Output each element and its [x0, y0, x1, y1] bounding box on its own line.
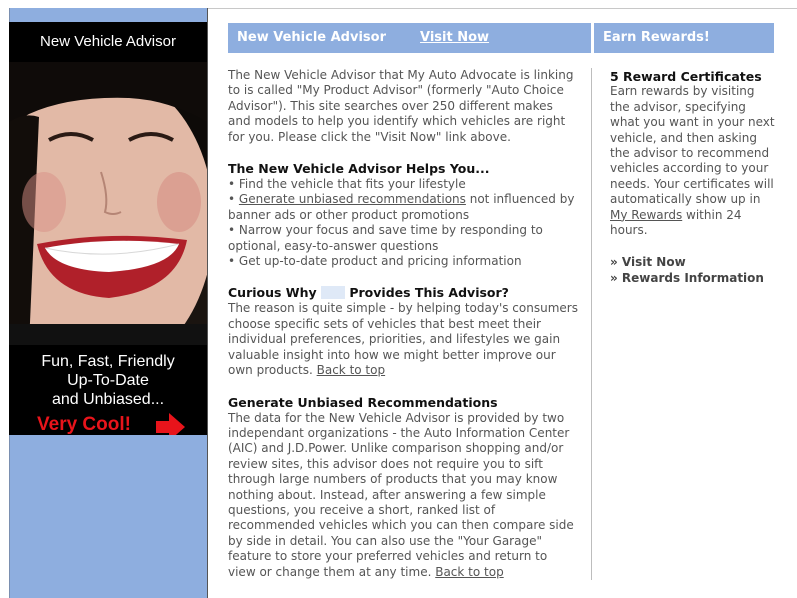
- rewards-text: Earn rewards by visiting the advisor, sp…: [610, 84, 775, 207]
- rewards-information-link[interactable]: » Rewards Information: [610, 270, 775, 286]
- curious-text: The reason is quite simple - by helping …: [228, 301, 578, 378]
- main-header-bar: New Vehicle Advisor Visit Now: [228, 23, 591, 53]
- curious-heading-b: Provides This Advisor?: [349, 285, 509, 301]
- back-to-top-link[interactable]: Back to top: [317, 363, 385, 377]
- helps-section: The New Vehicle Advisor Helps You... • F…: [228, 161, 578, 269]
- promo-banner[interactable]: New Vehicle Advisor Fun, Fast, Friendly …: [9, 22, 207, 435]
- rewards-heading: 5 Reward Certificates: [610, 69, 762, 84]
- bullet-prefix: •: [228, 192, 239, 207]
- promo-photo: [9, 62, 207, 345]
- rewards-header-bar: Earn Rewards!: [594, 23, 774, 53]
- rewards-header-title: Earn Rewards!: [603, 30, 710, 45]
- curious-heading: Curious Why Provides This Advisor?: [228, 285, 578, 301]
- generate-body: The data for the New Vehicle Advisor is …: [228, 411, 578, 580]
- promo-tagline: Fun, Fast, Friendly Up-To-Date and Unbia…: [9, 352, 207, 409]
- back-to-top-link[interactable]: Back to top: [435, 565, 503, 579]
- main-content: The New Vehicle Advisor that My Auto Adv…: [228, 68, 578, 580]
- rewards-body: Earn rewards by visiting the advisor, sp…: [610, 84, 775, 238]
- generate-heading: Generate Unbiased Recommendations: [228, 394, 498, 410]
- very-cool-label: Very Cool!: [37, 414, 131, 435]
- tagline-line-3: and Unbiased...: [51, 391, 165, 408]
- helps-heading: The New Vehicle Advisor Helps You...: [228, 161, 490, 177]
- helps-bullet-4: • Get up-to-date product and pricing inf…: [228, 254, 522, 269]
- intro-paragraph: The New Vehicle Advisor that My Auto Adv…: [228, 68, 574, 144]
- top-divider: [206, 8, 797, 9]
- visit-now-link[interactable]: Visit Now: [420, 23, 489, 53]
- helps-bullet-2: • Generate unbiased recommendations not …: [228, 192, 578, 223]
- curious-body: The reason is quite simple - by helping …: [228, 301, 578, 378]
- generate-text: The data for the New Vehicle Advisor is …: [228, 410, 574, 579]
- very-cool-row[interactable]: Very Cool!: [9, 408, 207, 435]
- helps-bullet-3: • Narrow your focus and save time by res…: [228, 223, 543, 253]
- helps-bullet-1: • Find the vehicle that fits your lifest…: [228, 177, 466, 192]
- tagline-line-1: Fun, Fast, Friendly: [41, 353, 175, 370]
- promo-title: New Vehicle Advisor: [40, 33, 176, 50]
- tagline-line-2: Up-To-Date: [67, 372, 149, 389]
- column-divider: [591, 68, 592, 580]
- main-header-title: New Vehicle Advisor: [237, 30, 386, 45]
- visit-now-sidebar-link[interactable]: » Visit Now: [610, 254, 775, 270]
- rewards-links: » Visit Now » Rewards Information: [610, 254, 775, 286]
- generate-recommendations-link[interactable]: Generate unbiased recommendations: [239, 192, 466, 206]
- curious-section: Curious Why Provides This Advisor? The r…: [228, 285, 578, 378]
- brand-placeholder: [321, 286, 345, 300]
- curious-heading-a: Curious Why: [228, 285, 317, 301]
- my-rewards-link[interactable]: My Rewards: [610, 208, 682, 222]
- right-arrow-icon: [156, 412, 186, 435]
- rewards-sidebar: 5 Reward Certificates Earn rewards by vi…: [610, 69, 775, 286]
- generate-section: Generate Unbiased Recommendations The da…: [228, 395, 578, 580]
